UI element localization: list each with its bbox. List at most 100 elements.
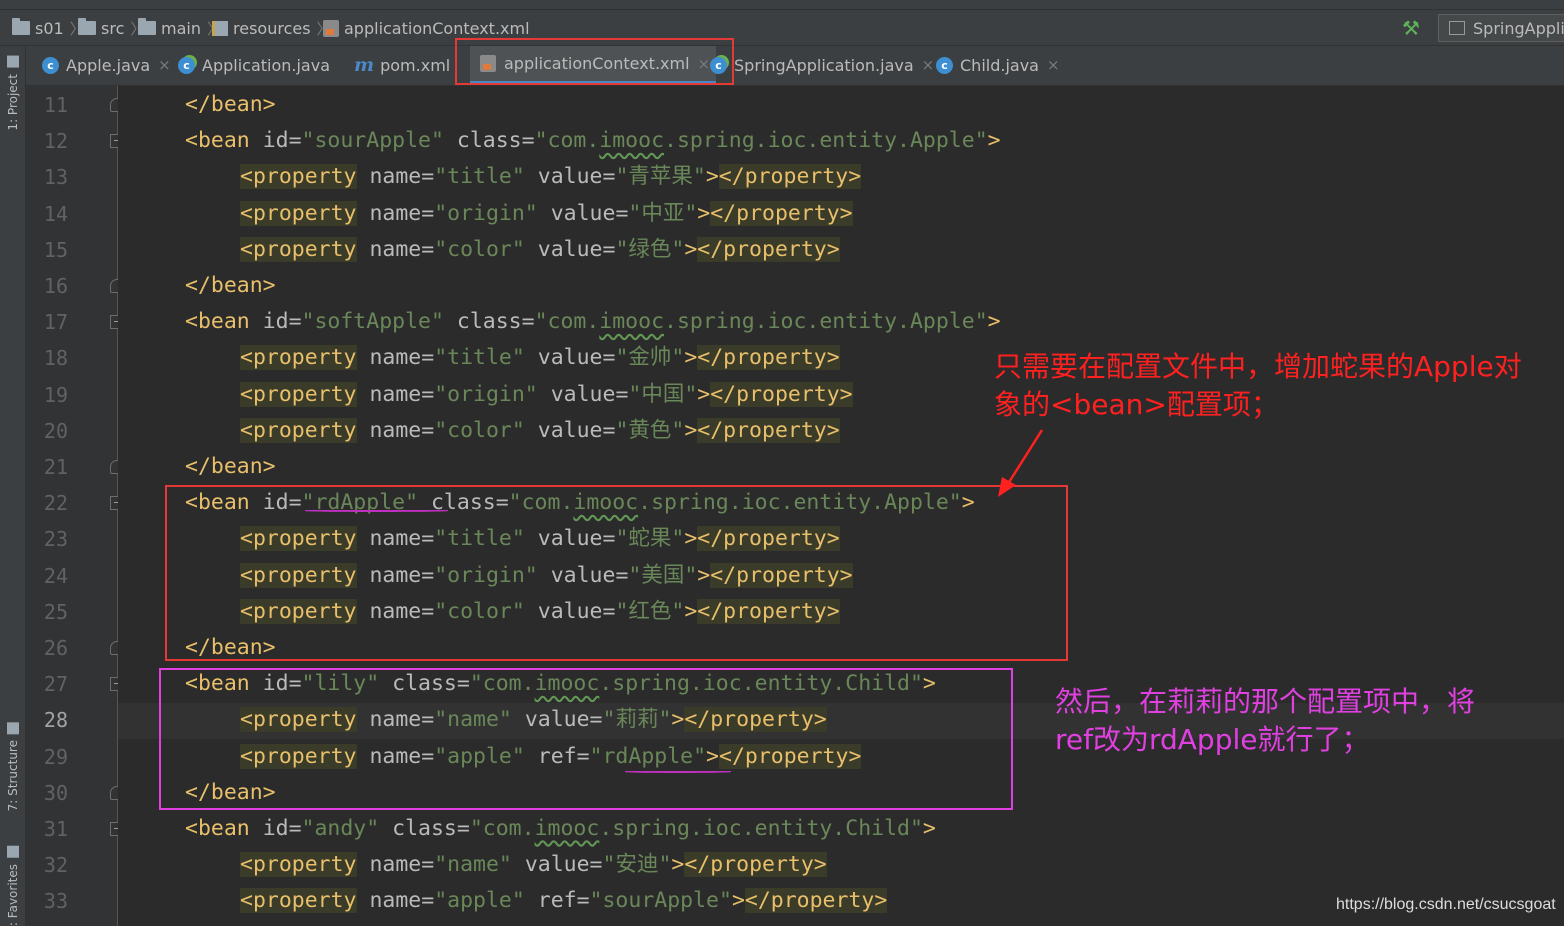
folder-icon: [78, 18, 96, 35]
code-line[interactable]: </bean>: [185, 87, 276, 123]
editor-gutter[interactable]: 11 12 13 14 15 16 17 18 19 20 21 22 23 24 25 26 27 28 29 30…: [26, 86, 124, 926]
code-token: name: [369, 598, 422, 624]
code-line[interactable]: <property name="title" value="蛇果"></prop…: [240, 521, 840, 557]
code-line[interactable]: <property name="color" value="绿色"></prop…: [240, 232, 840, 268]
code-line[interactable]: <bean id="andy" class="com.imooc.spring.…: [185, 811, 936, 847]
code-token: </bean: [185, 454, 263, 479]
code-line[interactable]: <bean id="lily" class="com.imooc.spring.…: [185, 666, 936, 702]
breadcrumb-label: main: [161, 18, 201, 38]
code-line[interactable]: <property name="origin" value="美国"></pro…: [240, 558, 853, 594]
code-line[interactable]: <property name="title" value="金帅"></prop…: [240, 340, 840, 376]
code-line[interactable]: <bean id="softApple" class="com.imooc.sp…: [185, 304, 1001, 340]
run-config-icon: [1449, 21, 1465, 35]
code-token: =: [421, 743, 435, 769]
line-number: 27: [43, 672, 68, 697]
project-tool-button[interactable]: 1: Project: [2, 56, 24, 131]
favorites-tool-button[interactable]: 2: Favorites: [2, 846, 24, 926]
tab-apple-java[interactable]: c Apple.java ×: [32, 46, 177, 84]
code-token: </property>: [684, 707, 827, 733]
breadcrumb-s01[interactable]: s01 〉: [12, 17, 85, 39]
breadcrumb-main[interactable]: main 〉: [138, 17, 222, 39]
code-token: id: [262, 816, 289, 841]
note-line: 象的<bean>配置项；: [994, 388, 1279, 421]
code-token: >: [684, 345, 698, 371]
annotation-note-add-bean: 只需要在配置文件中，增加蛇果的Apple对 象的<bean>配置项；: [994, 348, 1522, 424]
code-token: =: [421, 562, 435, 588]
breadcrumb-label: s01: [35, 18, 64, 38]
code-line[interactable]: </bean>: [185, 630, 276, 666]
code-token: id: [262, 309, 289, 335]
tab-springapplication-java[interactable]: c SpringApplication.java ×: [700, 46, 940, 84]
line-number: 29: [43, 744, 68, 769]
code-line[interactable]: </bean>: [185, 775, 276, 811]
code-line[interactable]: <property name="name" value="安迪"></prope…: [240, 847, 827, 883]
code-token: "青苹果": [615, 164, 706, 190]
code-token: name: [369, 200, 422, 226]
code-token: =: [589, 852, 603, 878]
code-token: </property>: [710, 381, 853, 407]
tab-application-java[interactable]: c Application.java: [168, 46, 336, 84]
code-line[interactable]: <property name="color" value="黄色"></prop…: [240, 413, 840, 449]
code-editor[interactable]: </bean> <bean id="sourApple" class="com.i…: [118, 86, 1564, 926]
line-number: 22: [43, 491, 68, 516]
code-token: =: [421, 852, 435, 878]
code-token: >: [262, 454, 276, 479]
tab-label: Child.java: [960, 55, 1039, 75]
code-token: imooc: [534, 671, 600, 697]
code-token: "美国": [628, 562, 698, 588]
code-token: >: [262, 779, 276, 805]
line-number: 33: [43, 889, 68, 914]
code-line[interactable]: </bean>: [185, 268, 276, 304]
code-token: =: [521, 128, 535, 154]
code-line[interactable]: <bean id="rdApple" class="com.imooc.spri…: [185, 485, 975, 521]
tab-applicationcontext-xml[interactable]: applicationContext.xml ×: [470, 46, 717, 84]
code-line[interactable]: <property name="origin" value="中国"></pro…: [240, 377, 853, 413]
tab-pom-xml[interactable]: m pom.xml: [344, 46, 456, 84]
code-token: class: [392, 816, 457, 841]
code-token: =: [421, 164, 435, 190]
code-token: =: [288, 490, 302, 516]
line-number: 18: [43, 346, 68, 371]
code-token: >: [697, 562, 711, 588]
code-token: </property>: [697, 345, 840, 371]
hammer-icon[interactable]: ⚒: [1400, 17, 1422, 39]
spring-class-icon: c: [710, 56, 727, 74]
code-token: "color": [434, 598, 525, 624]
tab-child-java[interactable]: c Child.java ×: [926, 46, 1066, 84]
code-line[interactable]: <property name="apple" ref="rdApple"></p…: [240, 739, 862, 775]
code-line[interactable]: <property name="title" value="青苹果"></pro…: [240, 159, 862, 195]
code-token: <property: [240, 707, 357, 733]
code-token: "红色": [615, 598, 685, 624]
code-line[interactable]: <property name="name" value="莉莉"></prope…: [240, 702, 827, 738]
breadcrumb-file[interactable]: applicationContext.xml: [323, 17, 530, 39]
navigation-bar: s01 〉 src 〉 main 〉 resources 〉 applicati…: [0, 0, 1564, 46]
code-token: "中国": [628, 381, 698, 407]
code-token: <property: [240, 562, 357, 588]
close-icon[interactable]: ×: [1047, 56, 1060, 74]
code-token: =: [421, 345, 435, 371]
breadcrumb-resources[interactable]: resources 〉: [212, 17, 332, 39]
note-line: 然后，在莉莉的那个配置项中，将: [1055, 685, 1476, 718]
code-token: <bean: [185, 816, 250, 841]
code-token: "com.: [469, 816, 535, 841]
code-token: </property>: [710, 562, 853, 588]
code-line[interactable]: </bean>: [185, 449, 276, 485]
breadcrumb-src[interactable]: src 〉: [78, 17, 145, 39]
code-token: >: [706, 743, 719, 769]
code-token: =: [602, 345, 616, 371]
code-line[interactable]: <property name="color" value="红色"></prop…: [240, 594, 840, 630]
code-token: .spring.ioc.entity.Apple": [638, 490, 962, 516]
code-line[interactable]: <property name="origin" value="中亚"></pro…: [240, 196, 853, 232]
run-configuration-select[interactable]: SpringAppli: [1438, 14, 1564, 42]
structure-tool-button[interactable]: 7: Structure: [2, 722, 24, 811]
code-line[interactable]: <property name="apple" ref="sourApple"><…: [240, 883, 888, 919]
code-token: imooc: [599, 309, 665, 335]
code-token: id: [262, 128, 289, 154]
code-line[interactable]: <bean id="sourApple" class="com.imooc.sp…: [185, 123, 1001, 159]
